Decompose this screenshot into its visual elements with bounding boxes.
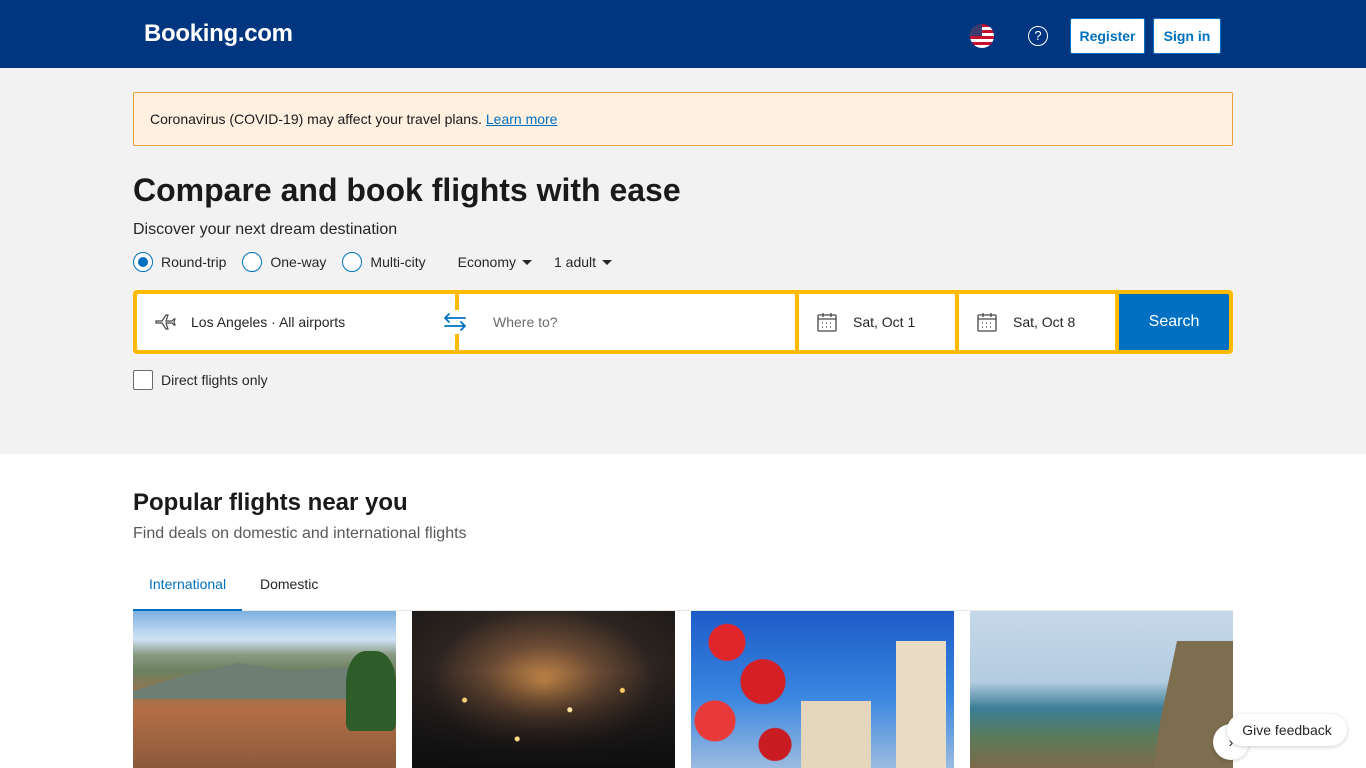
destination-input[interactable] [493,314,773,330]
cabin-class-dropdown[interactable]: Economy [458,254,532,270]
sign-in-button[interactable]: Sign in [1153,18,1221,54]
page-subtitle: Discover your next dream destination [133,221,398,238]
direct-flights-label: Direct flights only [161,372,268,388]
destination-card-image[interactable] [133,611,396,768]
alert-text: Coronavirus (COVID-19) may affect your t… [150,111,482,127]
caret-down-icon [522,259,532,265]
page-title: Compare and book flights with ease [133,172,681,208]
calendar-icon [977,313,997,332]
one-way-option[interactable]: One-way [242,252,326,272]
help-icon[interactable]: ? [1028,26,1048,46]
multi-city-label: Multi-city [370,254,426,270]
travelers-value: 1 adult [554,254,597,270]
destination-field[interactable] [459,294,795,350]
flight-search-hero: Coronavirus (COVID-19) may affect your t… [0,68,1366,454]
learn-more-link[interactable]: Learn more [486,111,558,127]
swap-arrows-icon[interactable] [439,310,471,334]
give-feedback-button[interactable]: Give feedback [1227,714,1347,746]
register-button[interactable]: Register [1070,18,1145,54]
direct-flights-checkbox-row[interactable]: Direct flights only [133,370,268,390]
popular-flights-tabs: International Domestic [133,568,1233,611]
radio-icon[interactable] [242,252,263,272]
multi-city-option[interactable]: Multi-city [342,252,426,272]
one-way-label: One-way [270,254,327,270]
cabin-class-value: Economy [457,254,516,270]
search-button[interactable]: Search [1119,294,1229,350]
trip-options: Round-trip One-way Multi-city Economy 1 … [133,251,618,273]
travelers-dropdown[interactable]: 1 adult [554,254,613,270]
return-date-field[interactable]: Sat, Oct 8 [959,294,1115,350]
top-navigation-bar: Booking.com ? Register Sign in [0,0,1366,68]
origin-field[interactable]: Los Angeles · All airports [137,294,455,350]
return-date-value: Sat, Oct 8 [1013,314,1076,330]
radio-selected-icon[interactable] [133,252,153,272]
round-trip-label: Round-trip [161,254,227,270]
depart-date-field[interactable]: Sat, Oct 1 [799,294,955,350]
tab-international[interactable]: International [133,568,243,611]
radio-icon[interactable] [342,252,363,272]
origin-value: Los Angeles · All airports [191,314,346,330]
popular-flights-subtitle: Find deals on domestic and international… [133,525,467,542]
caret-down-icon [602,259,613,265]
destination-card-image[interactable] [412,611,675,768]
covid-alert-banner: Coronavirus (COVID-19) may affect your t… [133,92,1233,146]
us-flag-icon[interactable] [970,24,994,48]
flight-search-box: Los Angeles · All airports Sat, Oct 1 [133,290,1233,354]
airplane-icon [155,314,176,330]
round-trip-option[interactable]: Round-trip [133,252,226,272]
tab-domestic[interactable]: Domestic [244,568,334,611]
depart-date-value: Sat, Oct 1 [853,314,916,330]
popular-flights-title: Popular flights near you [133,489,408,516]
calendar-icon [817,313,837,332]
destination-card-image[interactable] [970,611,1233,768]
booking-logo[interactable]: Booking.com [144,20,293,48]
destination-card-image[interactable] [691,611,954,768]
checkbox-icon[interactable] [133,370,153,390]
